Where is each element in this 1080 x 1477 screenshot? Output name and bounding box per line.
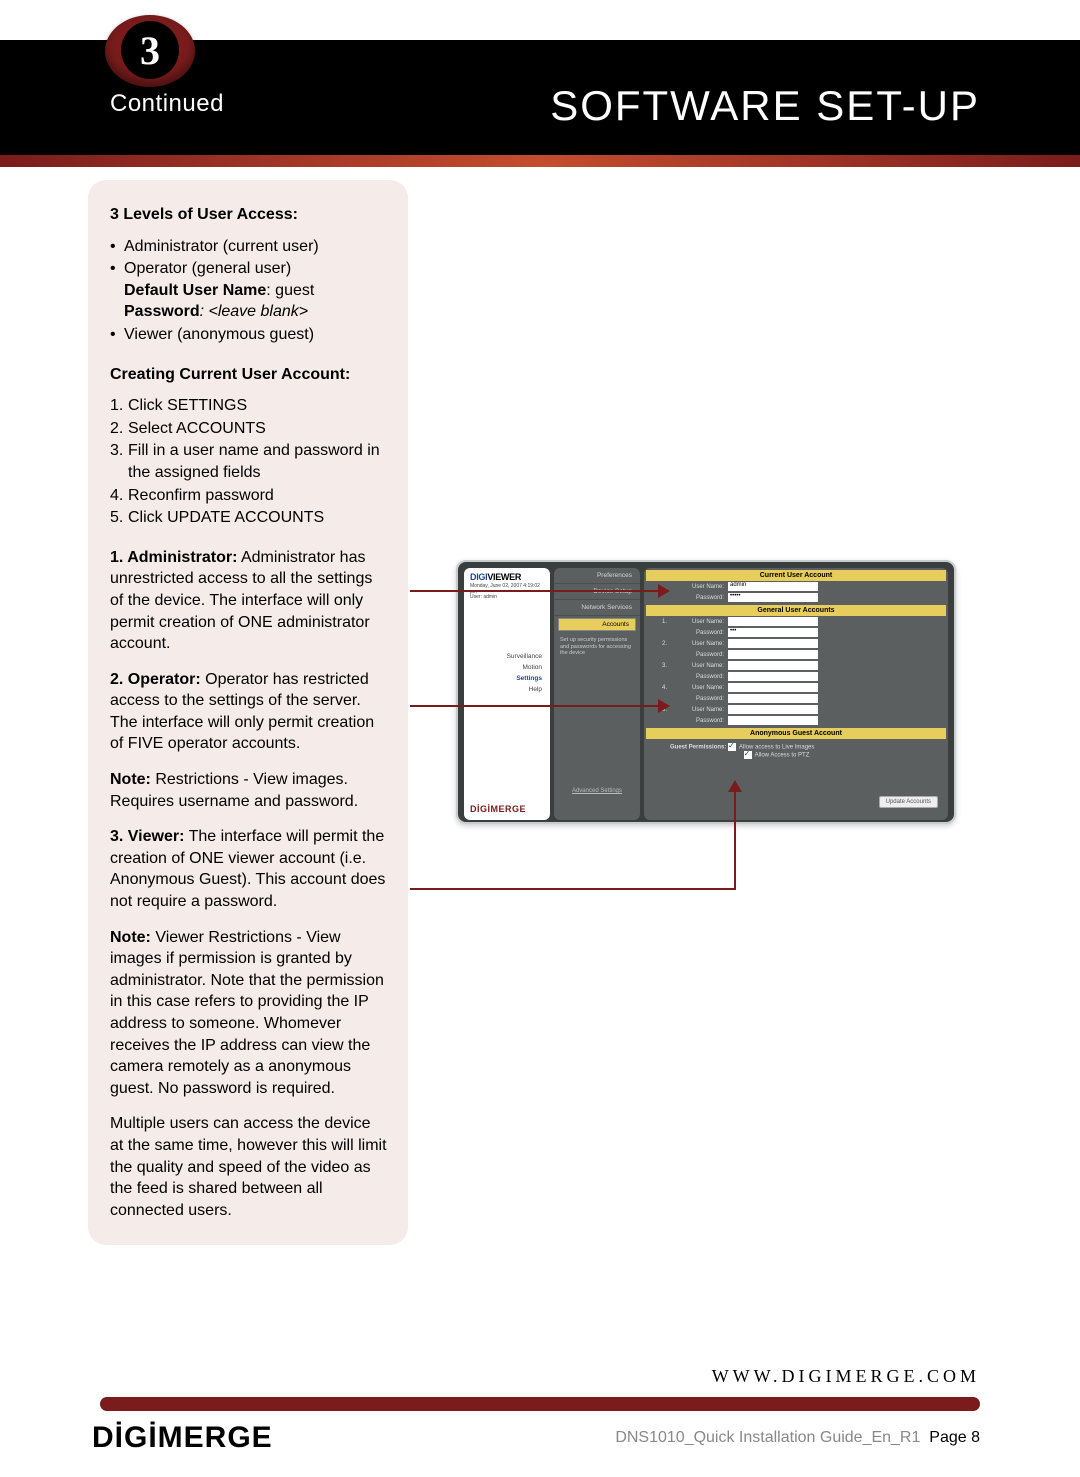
callout-line-3h (410, 888, 736, 890)
continued-label: Continued (110, 90, 224, 118)
digiviewer-logo: DIGIVIEWER (464, 568, 550, 584)
callout-arrowhead-3 (728, 780, 742, 792)
header-accent-bar (0, 155, 1080, 167)
screenshot-right-panel: Current User Account User Name:admin Pas… (644, 568, 948, 820)
guest-permissions: Guest Permissions: Allow access to Live … (644, 739, 948, 763)
screenshot-mid-panel: Preferences Device Setup Network Service… (554, 568, 640, 820)
para-viewer: 3. Viewer: The interface will permit the… (110, 826, 388, 912)
callout-line-1 (410, 590, 660, 592)
step-number: 3 (121, 21, 179, 79)
current-username-row: User Name:admin (644, 581, 948, 592)
gen-user-5[interactable] (728, 705, 818, 714)
gen-user-4[interactable] (728, 683, 818, 692)
gen-user-3[interactable] (728, 661, 818, 670)
gen-pw-5[interactable] (728, 716, 818, 725)
step-5: Click UPDATE ACCOUNTS (110, 507, 388, 529)
step-badge: 3 (105, 15, 195, 87)
level-viewer: Viewer (anonymous guest) (110, 324, 388, 346)
current-password-row: Password:••••• (644, 592, 948, 603)
note-operator: Note: Restrictions - View images. Requir… (110, 769, 388, 812)
advanced-settings-link[interactable]: Advanced Settings (554, 788, 640, 794)
levels-list: Administrator (current user) Operator (g… (110, 236, 388, 346)
callout-arrowhead-2 (658, 699, 670, 713)
update-accounts-button[interactable]: Update Accounts (879, 796, 938, 808)
gen-pw-2[interactable] (728, 650, 818, 659)
footer-logo: DİGİMERGE (92, 1421, 273, 1455)
callout-line-2 (410, 705, 660, 707)
menu-description: Set up security permissions and password… (554, 633, 640, 661)
step-4: Reconfirm password (110, 485, 388, 507)
creating-heading: Creating Current User Account: (110, 364, 388, 386)
settings-screenshot: DIGIVIEWER Monday, June 02, 2007 4:19:02… (456, 560, 956, 824)
website-url: WWW.DIGIMERGE.COM (712, 1366, 980, 1387)
nav-settings[interactable]: Settings (464, 673, 542, 684)
step-3: Fill in a user name and password in the … (110, 440, 388, 483)
level-operator: Operator (general user) Default User Nam… (110, 258, 388, 323)
timestamp: Monday, June 02, 2007 4:19:02pmUser: adm… (464, 584, 550, 603)
step-1: Click SETTINGS (110, 395, 388, 417)
nav-surveillance[interactable]: Surveillance (464, 651, 542, 662)
current-username-field[interactable]: admin (728, 582, 818, 591)
para-multi: Multiple users can access the device at … (110, 1113, 388, 1221)
levels-heading: 3 Levels of User Access: (110, 204, 388, 226)
general-user-bar: General User Accounts (646, 605, 946, 616)
menu-device-setup[interactable]: Device Setup (554, 584, 640, 600)
gen-user-2[interactable] (728, 639, 818, 648)
footer-bar (100, 1397, 980, 1411)
creating-steps: Click SETTINGS Select ACCOUNTS Fill in a… (110, 395, 388, 529)
note-viewer: Note: Viewer Restrictions - View images … (110, 927, 388, 1100)
nav-help[interactable]: Help (464, 684, 542, 695)
checkbox-live-images[interactable] (728, 743, 736, 751)
para-admin: 1. Administrator: Administrator has unre… (110, 547, 388, 655)
anon-guest-bar: Anonymous Guest Account (646, 728, 946, 739)
menu-accounts[interactable]: Accounts (558, 618, 636, 631)
screenshot-left-panel: DIGIVIEWER Monday, June 02, 2007 4:19:02… (464, 568, 550, 820)
para-operator: 2. Operator: Operator has restricted acc… (110, 669, 388, 755)
current-password-field[interactable]: ••••• (728, 593, 818, 602)
instruction-panel: 3 Levels of User Access: Administrator (… (88, 180, 408, 1245)
checkbox-ptz[interactable] (744, 751, 752, 759)
gen-pw-1[interactable]: ••• (728, 628, 818, 637)
step-2: Select ACCOUNTS (110, 418, 388, 440)
page-title: SOFTWARE SET-UP (550, 82, 980, 130)
menu-network-services[interactable]: Network Services (554, 600, 640, 616)
callout-arrowhead-1 (658, 584, 670, 598)
gen-pw-4[interactable] (728, 694, 818, 703)
gen-user-1[interactable] (728, 617, 818, 626)
footer-docid: DNS1010_Quick Installation Guide_En_R1 P… (615, 1429, 980, 1447)
menu-preferences[interactable]: Preferences (554, 568, 640, 584)
callout-line-3v (734, 790, 736, 890)
nav-menu: Surveillance Motion Settings Help (464, 651, 550, 695)
digimerge-mini-logo: DİGİMERGE (470, 804, 526, 814)
gen-pw-3[interactable] (728, 672, 818, 681)
current-user-bar: Current User Account (646, 570, 946, 581)
nav-motion[interactable]: Motion (464, 662, 542, 673)
level-admin: Administrator (current user) (110, 236, 388, 258)
